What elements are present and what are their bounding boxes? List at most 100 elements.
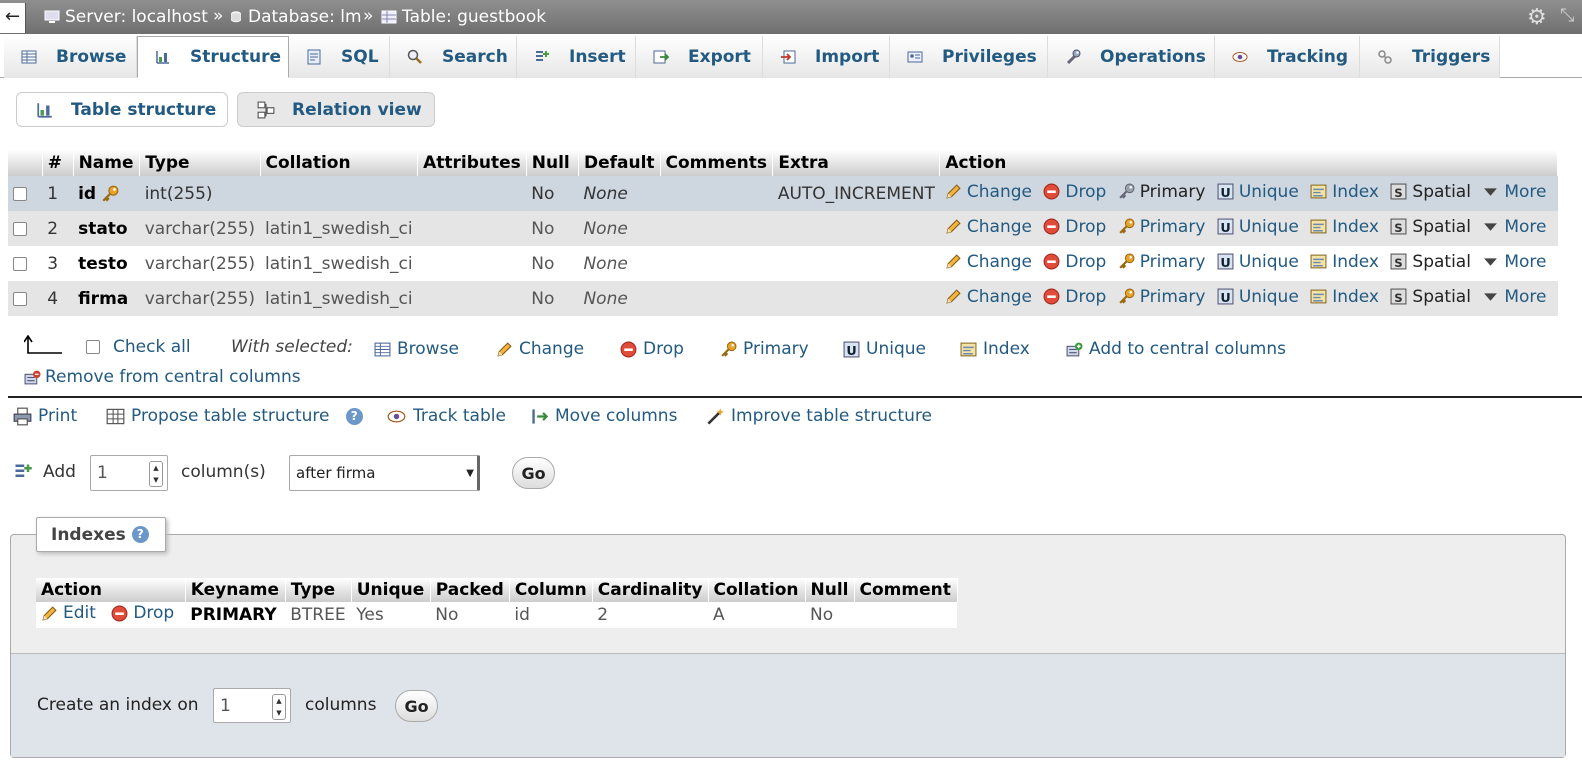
index-column: id	[509, 602, 593, 628]
central-columns-remove-icon	[24, 369, 41, 386]
create-index-go-button[interactable]: Go	[395, 690, 438, 722]
back-arrow-icon[interactable]: ←	[0, 3, 26, 33]
stepper-icon[interactable]: ▲ ▼	[272, 694, 286, 720]
collapse-icon[interactable]: ⤡	[1560, 5, 1574, 26]
more-dropdown[interactable]: More	[1482, 217, 1547, 237]
central-columns-add-icon	[1066, 341, 1083, 358]
spatial-action[interactable]: Spatial	[1390, 217, 1471, 237]
column-header: Type	[285, 578, 352, 602]
bulk-browse-button[interactable]: Browse	[374, 339, 459, 359]
tab-operations[interactable]: Operations	[1048, 36, 1215, 78]
row-checkbox[interactable]	[13, 291, 27, 306]
tab-sql[interactable]: SQL	[289, 36, 390, 78]
tab-export[interactable]: Export	[636, 36, 763, 78]
more-dropdown[interactable]: More	[1482, 182, 1547, 202]
primary-action[interactable]: Primary	[1118, 252, 1205, 272]
index-action[interactable]: Index	[1310, 217, 1379, 237]
settings-gear-icon[interactable]: ⚙	[1527, 5, 1547, 30]
change-action[interactable]: Change	[945, 252, 1032, 272]
tab-import[interactable]: Import	[763, 36, 890, 78]
check-all-checkbox[interactable]	[86, 340, 100, 354]
help-icon[interactable]: ?	[131, 526, 149, 543]
unique-action[interactable]: Unique	[1217, 182, 1299, 202]
drop-action[interactable]: Drop	[1043, 182, 1106, 202]
browse-icon	[374, 341, 391, 358]
magic-wand-icon	[706, 407, 725, 426]
bulk-drop-button[interactable]: Drop	[620, 339, 684, 359]
row-checkbox[interactable]	[13, 186, 27, 201]
remove-from-central-columns-button[interactable]: Remove from central columns	[24, 367, 301, 387]
table-row[interactable]: 3 testo varchar(255) latin1_swedish_ci N…	[8, 246, 1558, 281]
field-extra: AUTO_INCREMENT	[772, 176, 940, 211]
field-actions: Change Drop Primary Unique Index Spatial…	[939, 246, 1558, 281]
tab-insert[interactable]: Insert	[517, 36, 636, 78]
unique-action[interactable]: Unique	[1217, 252, 1299, 272]
improve-table-structure-link[interactable]: Improve table structure	[706, 406, 932, 426]
table-row[interactable]: 2 stato varchar(255) latin1_swedish_ci N…	[8, 211, 1558, 246]
table-row[interactable]: 1 id int(255) No None AUTO_INCREMENT Cha…	[8, 176, 1558, 211]
tab-browse[interactable]: Browse	[4, 36, 137, 78]
index-action[interactable]: Index	[1310, 252, 1379, 272]
move-columns-link[interactable]: Move columns	[530, 406, 677, 426]
tab-tracking[interactable]: Tracking	[1215, 36, 1360, 78]
check-all-label[interactable]: Check all	[113, 337, 191, 357]
track-table-link[interactable]: Track table	[386, 406, 506, 426]
more-dropdown[interactable]: More	[1482, 287, 1547, 307]
field-null: No	[526, 211, 579, 246]
breadcrumb-table[interactable]: Table: guestbook	[381, 7, 546, 27]
drop-icon	[1043, 183, 1060, 200]
subtab-table-structure[interactable]: Table structure	[16, 92, 228, 127]
column-header: Column	[509, 578, 593, 602]
tab-search[interactable]: Search	[390, 36, 517, 78]
index-icon	[1310, 288, 1327, 305]
add-to-central-columns-button[interactable]: Add to central columns	[1066, 339, 1286, 359]
drop-index-button[interactable]: Drop	[111, 603, 174, 623]
primary-action-disabled: Primary	[1118, 182, 1205, 202]
unique-icon	[843, 341, 860, 358]
add-column-count-input[interactable]: 1 ▲ ▼	[90, 455, 168, 491]
drop-action[interactable]: Drop	[1043, 252, 1106, 272]
unique-action[interactable]: Unique	[1217, 217, 1299, 237]
breadcrumb-database[interactable]: Database: lm	[229, 7, 362, 27]
stepper-icon[interactable]: ▲ ▼	[149, 461, 163, 487]
change-action[interactable]: Change	[945, 217, 1032, 237]
spatial-action[interactable]: Spatial	[1390, 287, 1471, 307]
create-index-count-input[interactable]: 1 ▲ ▼	[213, 688, 291, 723]
primary-action[interactable]: Primary	[1118, 287, 1205, 307]
field-null: No	[526, 281, 579, 316]
bulk-index-button[interactable]: Index	[960, 339, 1030, 359]
row-number: 4	[42, 281, 74, 316]
propose-table-structure-link[interactable]: Propose table structure ?	[106, 406, 363, 426]
edit-index-button[interactable]: Edit	[41, 603, 96, 623]
check-all[interactable]: Check all	[86, 337, 191, 357]
table-row[interactable]: 4 firma varchar(255) latin1_swedish_ci N…	[8, 281, 1558, 316]
tab-structure[interactable]: Structure	[137, 36, 289, 78]
more-dropdown[interactable]: More	[1482, 252, 1547, 272]
tab-triggers[interactable]: Triggers	[1360, 36, 1500, 78]
breadcrumb-server[interactable]: Server: localhost	[44, 7, 208, 27]
spatial-action[interactable]: Spatial	[1390, 182, 1471, 202]
row-checkbox[interactable]	[13, 221, 27, 236]
primary-action[interactable]: Primary	[1118, 217, 1205, 237]
drop-action[interactable]: Drop	[1043, 217, 1106, 237]
change-action[interactable]: Change	[945, 182, 1032, 202]
tab-privileges[interactable]: Privileges	[890, 36, 1048, 78]
bulk-unique-button[interactable]: Unique	[843, 339, 926, 359]
bulk-primary-button[interactable]: Primary	[720, 339, 809, 359]
spatial-action[interactable]: Spatial	[1390, 252, 1471, 272]
index-action[interactable]: Index	[1310, 182, 1379, 202]
print-link[interactable]: Print	[13, 406, 77, 426]
column-position-select[interactable]: after firma ▼	[289, 455, 480, 491]
privileges-icon	[906, 49, 924, 65]
import-icon	[779, 49, 797, 65]
add-column-go-button[interactable]: Go	[512, 457, 555, 489]
help-icon[interactable]: ?	[345, 407, 363, 425]
row-checkbox[interactable]	[13, 256, 27, 271]
change-action[interactable]: Change	[945, 287, 1032, 307]
subtab-relation-view[interactable]: Relation view	[237, 92, 435, 127]
field-null: No	[526, 246, 579, 281]
bulk-change-button[interactable]: Change	[496, 339, 584, 359]
unique-action[interactable]: Unique	[1217, 287, 1299, 307]
drop-action[interactable]: Drop	[1043, 287, 1106, 307]
index-action[interactable]: Index	[1310, 287, 1379, 307]
